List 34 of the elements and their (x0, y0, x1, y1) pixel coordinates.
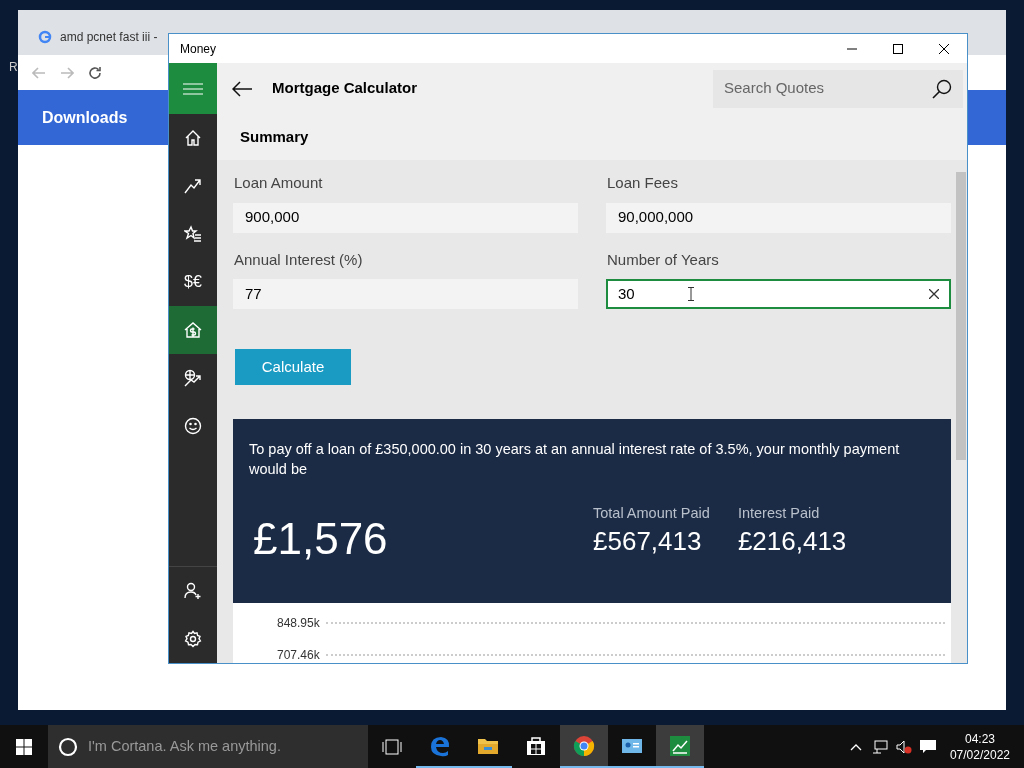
page-title: Mortgage Calculator (272, 78, 419, 99)
stat-label: Interest Paid (737, 504, 821, 523)
field-label: Loan Fees (606, 173, 679, 193)
search-field[interactable]: Search Quotes (713, 69, 963, 108)
clock-time: 04:23 (964, 730, 995, 747)
monthly-payment: £1,576 (252, 512, 389, 565)
field-value: 77 (245, 283, 262, 304)
axis-label: 848.95k (277, 615, 320, 631)
field-label: Loan Amount (233, 173, 324, 193)
stat-value: £216,413 (737, 524, 847, 557)
stat-label: Total Amount Paid (593, 504, 710, 523)
input-field[interactable]: 77 (233, 279, 578, 309)
field-value: 900,000 (245, 207, 300, 228)
field-label: Annual Interest (%) (233, 249, 364, 270)
search-placeholder: Search Quotes (724, 78, 826, 99)
currency-icon: $€ (184, 270, 202, 294)
axis-label: 707.46k (277, 647, 320, 663)
input-field[interactable]: 90,000,000 (606, 202, 951, 233)
window-title: Money (179, 40, 218, 58)
tab-title: amd pcnet fast iii - (60, 29, 158, 46)
cortana-placeholder: I'm Cortana. Ask me anything. (88, 736, 281, 756)
sidebar-item[interactable]: $€ (169, 258, 217, 306)
field-label: Number of Years (606, 249, 720, 270)
input-field[interactable]: 30 (606, 279, 951, 309)
clock-date: 07/02/2022 (949, 746, 1010, 763)
input-field[interactable]: 900,000 (233, 202, 578, 233)
section-heading: Summary (240, 126, 309, 147)
cut-letter: R (9, 59, 18, 76)
cortana-search[interactable]: I'm Cortana. Ask me anything. (48, 725, 368, 768)
stat-value: £567,413 (593, 524, 703, 557)
field-value: 30 (618, 283, 635, 304)
page-heading: Downloads (42, 107, 128, 128)
result-text: To pay off a loan of £350,000.00 in 30 years at an annual interest rate of 3.5%, your monthly payment would be (249, 440, 901, 479)
field-value: 90,000,000 (618, 207, 694, 228)
